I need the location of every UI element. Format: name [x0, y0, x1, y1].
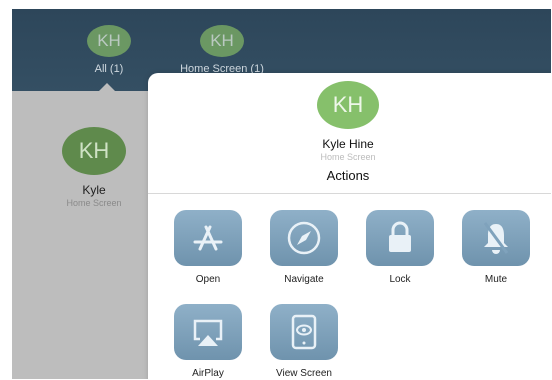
avatar: KH	[62, 127, 126, 175]
action-mute[interactable]: Mute	[456, 210, 536, 285]
avatar: KH	[317, 81, 379, 129]
device-subtitle: Home Screen	[320, 152, 376, 162]
tab-label: All (1)	[94, 63, 124, 75]
avatar: KH	[200, 25, 244, 57]
view-screen-icon	[270, 304, 338, 360]
action-airplay[interactable]: AirPlay	[168, 304, 248, 379]
action-label: Lock	[389, 274, 411, 285]
bell-muted-icon	[462, 210, 530, 266]
action-label: Navigate	[284, 274, 324, 285]
lock-icon	[366, 210, 434, 266]
action-view-screen[interactable]: View Screen	[264, 304, 344, 379]
device-card[interactable]: KH Kyle Home Screen	[42, 127, 146, 208]
action-label: View Screen	[276, 368, 332, 379]
airplay-icon	[174, 304, 242, 360]
tab-all[interactable]: KH All (1)	[59, 25, 159, 75]
tab-home-screen[interactable]: KH Home Screen (1)	[172, 25, 272, 75]
device-name: Kyle Hine	[322, 137, 374, 151]
action-navigate[interactable]: Navigate	[264, 210, 344, 285]
section-title: Actions	[326, 168, 370, 183]
action-lock[interactable]: Lock	[360, 210, 440, 285]
app-window: KH All (1) KH Home Screen (1) KH Kyle Ho…	[12, 9, 551, 379]
selected-tab-caret	[99, 83, 115, 91]
divider	[148, 193, 551, 194]
action-label: AirPlay	[192, 368, 224, 379]
compass-icon	[270, 210, 338, 266]
avatar: KH	[87, 25, 131, 57]
device-name: Kyle	[82, 183, 106, 197]
device-subtitle: Home Screen	[66, 198, 122, 208]
popover-header: KH Kyle Hine Home Screen Actions	[148, 73, 548, 191]
actions-popover: KH Kyle Hine Home Screen Actions Open Na…	[148, 73, 551, 379]
action-open[interactable]: Open	[168, 210, 248, 285]
action-label: Open	[195, 274, 221, 285]
action-label: Mute	[484, 274, 508, 285]
app-store-icon	[174, 210, 242, 266]
